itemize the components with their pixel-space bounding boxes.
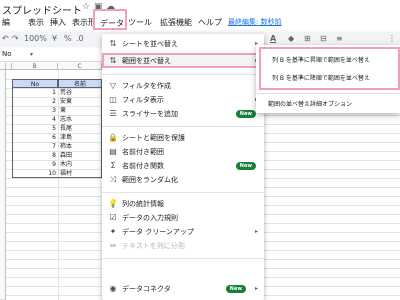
borders-icon[interactable]: ⊞ <box>304 34 311 43</box>
menu-separator <box>102 192 264 193</box>
menu-tools[interactable]: ツール <box>128 17 152 28</box>
menu-extensions[interactable]: 拡張機能 <box>160 17 192 28</box>
menu-edit-clipped[interactable]: 編 <box>2 17 10 28</box>
menu-item-label: フィルタ表示 <box>122 96 164 104</box>
menu-separator <box>102 258 264 259</box>
more-icon[interactable]: ⋮ <box>388 34 396 43</box>
menu-item-filter-views[interactable]: ◫ フィルタ表示 ▸ <box>102 93 264 107</box>
menu-item-named-functions[interactable]: Σ 名前付き関数 New <box>102 159 264 173</box>
column-header-b[interactable]: B <box>12 63 58 70</box>
filter-icon: ▽ <box>109 81 117 90</box>
star-icon[interactable]: ☆ <box>82 2 90 12</box>
font-color-icon[interactable]: A <box>270 34 276 43</box>
column-header-c[interactable]: C <box>58 63 102 70</box>
menu-item-label: 名前付き範囲 <box>122 148 164 156</box>
menu-separator <box>102 74 264 75</box>
undo-icon[interactable]: ↶ <box>2 34 9 43</box>
chevron-right-icon: ▸ <box>254 285 258 292</box>
merge-cells-icon[interactable]: ⊟ <box>320 34 327 43</box>
decrease-decimal-icon[interactable]: .0 <box>76 34 84 43</box>
data-menu: ⇅ シートを並べ替え ▸ ⇅ 範囲を並べ替え ▸ ▽ フィルタを作成 ◫ フィル… <box>102 34 264 300</box>
menu-item-label: シートと範囲を保護 <box>122 134 185 142</box>
sort-range-icon: ⇅ <box>109 56 117 65</box>
menu-separator <box>256 93 400 94</box>
sort-ascending-option[interactable]: 列 B を基準に昇順で範囲を並べ替え <box>272 55 370 64</box>
app-root: スプレッドシート ☆ ▣ ☁ 編 表示 挿入 表示形式 ツール 拡張機能 ヘルプ… <box>0 0 400 300</box>
name-box[interactable]: No <box>2 50 12 58</box>
menu-item-data-cleanup[interactable]: ✦ データ クリーンアップ ▸ <box>102 225 264 239</box>
chevron-right-icon: ▸ <box>254 228 258 235</box>
menu-item-sort-range[interactable]: ⇅ 範囲を並べ替え ▸ <box>102 54 264 68</box>
menu-item-label: シートを並べ替え <box>122 40 178 48</box>
submenu-highlight <box>259 47 400 90</box>
menu-item-sort-sheet[interactable]: ⇅ シートを並べ替え ▸ <box>102 37 264 51</box>
split-text-icon: ⇹ <box>109 241 117 250</box>
cleanup-icon: ✦ <box>109 227 117 236</box>
new-badge: New <box>235 162 256 170</box>
fill-color-icon[interactable]: ◆ <box>288 34 294 43</box>
menu-item-named-ranges[interactable]: ▤ 名前付き範囲 <box>102 145 264 159</box>
menu-insert[interactable]: 挿入 <box>50 17 66 28</box>
currency-icon[interactable]: ¥ <box>52 34 57 43</box>
menu-bar: 編 表示 挿入 表示形式 ツール 拡張機能 ヘルプ 最終編集: 数秒前 <box>0 16 400 30</box>
table-border <box>12 79 102 178</box>
document-title[interactable]: スプレッドシート <box>2 2 82 17</box>
zoom-select[interactable]: 100% <box>24 34 47 43</box>
title-bar: スプレッドシート ☆ ▣ ☁ <box>0 0 400 17</box>
new-badge: New <box>225 285 246 293</box>
lock-icon: 🔒 <box>108 133 118 142</box>
validation-icon: ☑ <box>109 213 117 222</box>
redo-icon[interactable]: ↷ <box>12 34 19 43</box>
menu-item-data-validation[interactable]: ☑ データの入力規則 <box>102 211 264 225</box>
menu-item-label: スライサーを追加 <box>122 110 178 118</box>
named-range-icon: ▤ <box>109 147 117 156</box>
menu-item-label: 範囲を並べ替え <box>122 57 171 65</box>
menu-item-column-stats[interactable]: 💡 列の統計情報 <box>102 197 264 211</box>
menu-item-label: 列の統計情報 <box>122 200 164 208</box>
menu-view[interactable]: 表示 <box>28 17 44 28</box>
menu-item-label: テキストを列に分割 <box>122 242 185 250</box>
percent-icon[interactable]: % <box>64 34 72 43</box>
menu-item-data-connectors[interactable]: ◉ データコネクタ New ▸ <box>102 282 264 296</box>
menu-item-label: 名前付き関数 <box>122 162 164 170</box>
sort-sheet-icon: ⇅ <box>109 39 117 48</box>
data-connector-icon: ◉ <box>109 284 117 293</box>
align-icon[interactable]: ≡ <box>336 34 343 43</box>
sort-descending-option[interactable]: 列 B を基準に降順で範囲を並べ替え <box>272 73 370 82</box>
menu-item-protect[interactable]: 🔒 シートと範囲を保護 <box>102 131 264 145</box>
menu-item-create-filter[interactable]: ▽ フィルタを作成 <box>102 79 264 93</box>
randomize-icon: ⤨ <box>109 175 117 184</box>
menu-item-add-slicer[interactable]: ☰ スライサーを追加 New <box>102 107 264 121</box>
lightbulb-icon: 💡 <box>108 199 118 208</box>
menu-separator <box>102 126 264 127</box>
menu-item-label: データコネクタ <box>122 285 171 293</box>
menu-item-split-text[interactable]: ⇹ テキストを列に分割 <box>102 239 264 253</box>
slicer-icon: ☰ <box>109 109 117 118</box>
menu-item-label: 範囲をランダム化 <box>122 176 178 184</box>
menu-item-label: フィルタを作成 <box>122 82 171 90</box>
new-badge: New <box>235 110 256 118</box>
menu-item-label: データの入力規則 <box>122 214 178 222</box>
named-function-icon: Σ <box>110 161 116 170</box>
menu-data-label: データ <box>100 19 124 28</box>
menu-data-active[interactable]: データ <box>93 9 127 30</box>
menu-help[interactable]: ヘルプ <box>198 17 222 28</box>
sort-advanced-options[interactable]: 範囲の並べ替え詳細オプション <box>268 99 352 108</box>
filter-views-icon: ◫ <box>109 95 117 104</box>
menu-item-randomize[interactable]: ⤨ 範囲をランダム化 <box>102 173 264 187</box>
row-header-column[interactable] <box>0 70 6 300</box>
chevron-down-icon[interactable]: ▾ <box>30 51 33 58</box>
last-edit-link[interactable]: 最終編集: 数秒前 <box>228 17 282 27</box>
menu-item-label: データ クリーンアップ <box>122 228 194 236</box>
